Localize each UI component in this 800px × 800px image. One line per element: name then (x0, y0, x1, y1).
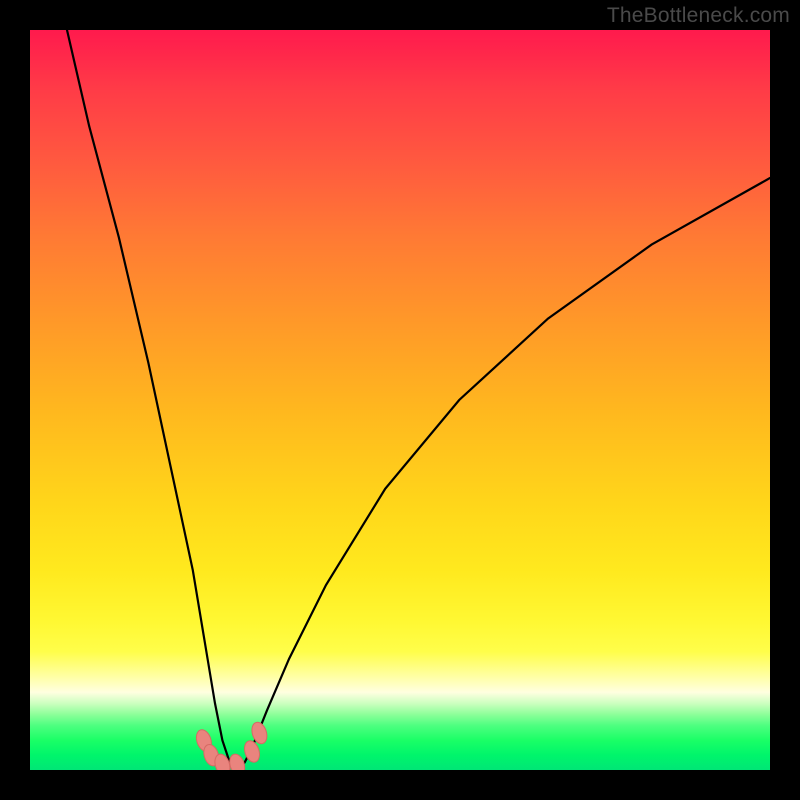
curve-markers (194, 720, 270, 770)
outer-frame: TheBottleneck.com (0, 0, 800, 800)
bottleneck-curve (67, 30, 770, 766)
plot-area (30, 30, 770, 770)
watermark-text: TheBottleneck.com (607, 4, 790, 28)
curve-svg (30, 30, 770, 770)
